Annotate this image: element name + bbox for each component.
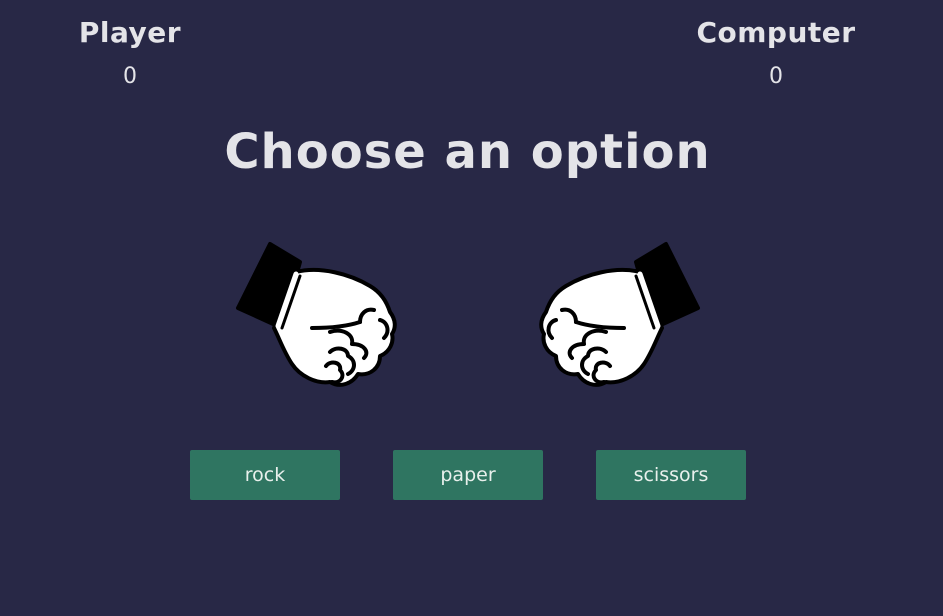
computer-score-panel: Computer 0 [676, 16, 876, 90]
player-label: Player [78, 16, 182, 49]
scissors-button[interactable]: scissors [596, 450, 746, 500]
player-fist-icon [230, 236, 400, 396]
player-score: 0 [123, 64, 137, 89]
player-score-panel: Player 0 [60, 16, 200, 90]
game-screen: Player 0 Computer 0 Choose an option roc… [0, 0, 943, 616]
computer-fist-icon [536, 236, 706, 396]
rock-button[interactable]: rock [190, 450, 340, 500]
computer-label: Computer [696, 16, 856, 49]
computer-score: 0 [769, 64, 783, 89]
choose-option-heading: Choose an option [224, 124, 711, 180]
paper-button[interactable]: paper [393, 450, 543, 500]
